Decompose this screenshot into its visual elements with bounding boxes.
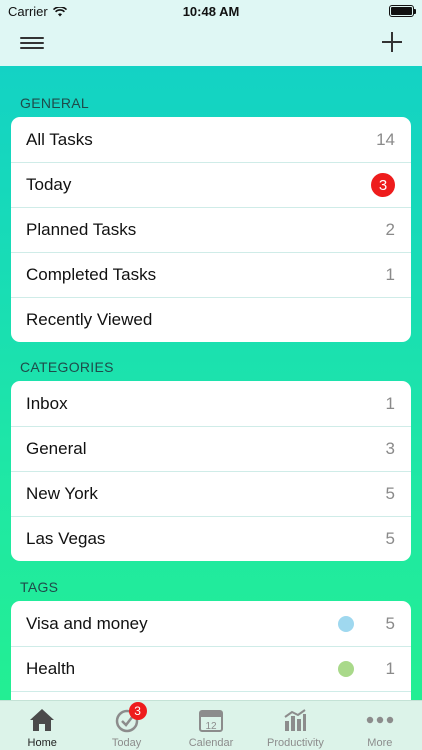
list-item-count: 3	[385, 439, 395, 458]
list-item-count: 14	[376, 129, 395, 149]
list-item-label: Recently Viewed	[26, 310, 153, 329]
tab-today[interactable]: 3 Today	[84, 701, 168, 750]
tab-productivity[interactable]: Productivity	[253, 701, 337, 750]
list-item-label: Health	[26, 659, 76, 678]
categories-list: Inbox 1 General 3 New York 5 Las Vegas 5	[11, 381, 411, 561]
list-item-health[interactable]: Health 1	[11, 646, 411, 691]
list-item-label: Inbox	[26, 393, 68, 413]
section-header-categories: CATEGORIES	[20, 359, 114, 375]
list-item-label: Completed Tasks	[26, 265, 157, 284]
today-tab-badge: 3	[128, 702, 147, 720]
status-time: 10:48 AM	[182, 4, 240, 19]
list-item-count: 1	[385, 265, 395, 284]
tags-list: Visa and money 5 Health 1	[11, 601, 411, 700]
list-item-planned-tasks[interactable]: Planned Tasks 2	[11, 207, 411, 252]
tag-color-dot	[337, 661, 354, 677]
tag-color-dot	[337, 615, 354, 632]
section-header-tags: TAGS	[20, 579, 59, 595]
tab-label: Home	[27, 737, 57, 749]
list-item-count: 1	[385, 393, 395, 413]
section-header-general: GENERAL	[20, 95, 90, 111]
list-item-visa-and-money[interactable]: Visa and money 5	[11, 601, 411, 646]
tab-bar: Home 3 Today 12 Calendar Productivity Mo…	[0, 700, 422, 750]
list-item-count: 2	[385, 220, 395, 239]
list-item-count: 5	[385, 613, 395, 633]
list-item-label: Today	[26, 175, 72, 194]
list-item-label: All Tasks	[26, 129, 93, 149]
hamburger-menu-icon[interactable]	[20, 34, 44, 54]
list-item-recently-viewed[interactable]: Recently Viewed	[11, 297, 411, 342]
main-content[interactable]: GENERAL All Tasks 14 Today 3 Planned Tas…	[0, 66, 422, 700]
list-item-count: 5	[385, 529, 395, 548]
list-item-las-vegas[interactable]: Las Vegas 5	[11, 516, 411, 561]
tab-label: Calendar	[188, 737, 234, 749]
list-item-label: Visa and money	[26, 613, 148, 633]
list-item-all-tasks[interactable]: All Tasks 14	[11, 117, 411, 162]
tab-label: Productivity	[266, 737, 324, 749]
battery-icon	[389, 5, 416, 17]
list-item-next-tag[interactable]	[11, 691, 411, 700]
list-item-completed-tasks[interactable]: Completed Tasks 1	[11, 252, 411, 297]
list-item-inbox[interactable]: Inbox 1	[11, 381, 411, 426]
navigation-bar	[0, 22, 422, 66]
tab-label: Today	[111, 737, 142, 749]
productivity-chart-icon	[281, 706, 309, 734]
list-item-general[interactable]: General 3	[11, 426, 411, 471]
tab-label: More	[367, 737, 393, 749]
list-item-label: Las Vegas	[26, 529, 106, 548]
list-item-label: General	[26, 439, 87, 458]
calendar-day: 12	[205, 721, 217, 732]
list-item-count: 5	[385, 484, 395, 503]
list-item-new-york[interactable]: New York 5	[11, 471, 411, 516]
tab-more[interactable]: More	[338, 701, 422, 750]
status-bar: Carrier 10:48 AM	[0, 0, 422, 22]
plus-icon[interactable]	[380, 30, 404, 54]
list-item-label: Planned Tasks	[26, 220, 137, 239]
more-dots-icon	[366, 706, 394, 734]
today-badge: 3	[371, 173, 395, 197]
list-item-label: New York	[26, 484, 98, 503]
list-item-today[interactable]: Today 3	[11, 162, 411, 207]
calendar-icon: 12	[197, 706, 225, 734]
tab-calendar[interactable]: 12 Calendar	[169, 701, 253, 750]
home-icon	[28, 706, 56, 734]
list-item-count: 1	[385, 659, 395, 678]
general-list: All Tasks 14 Today 3 Planned Tasks 2 Com…	[11, 117, 411, 342]
tab-home[interactable]: Home	[0, 701, 84, 750]
